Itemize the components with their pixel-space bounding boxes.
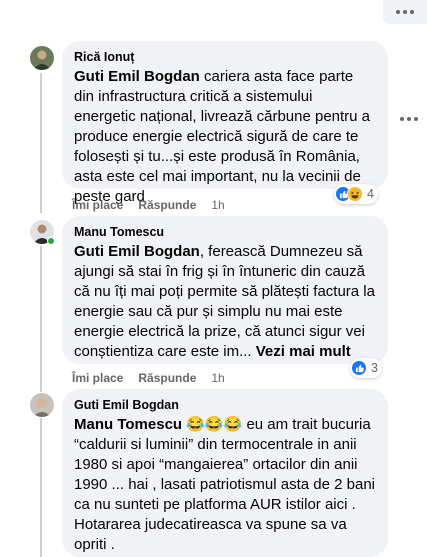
like-button[interactable]: Îmi place <box>72 370 123 386</box>
comment-body: cariera asta face parte din infrastructu… <box>74 68 371 205</box>
comment-options-icon[interactable] <box>400 117 418 121</box>
like-button[interactable]: Îmi place <box>72 197 123 213</box>
comment-bubble: Manu Tomescu Guti Emil Bogdan, ferească … <box>62 216 388 364</box>
reaction-count: 4 <box>367 187 374 201</box>
see-more-link[interactable]: Vezi mai mult <box>256 343 351 360</box>
comment-timestamp[interactable]: 1h <box>211 197 224 213</box>
thread-line <box>40 418 42 557</box>
comment-text: Guti Emil Bogdan cariera asta face parte… <box>74 67 376 207</box>
reply-button[interactable]: Răspunde <box>138 370 196 386</box>
laughing-emoji-icons: 😂😂😂 <box>186 416 243 433</box>
online-status-icon <box>47 237 55 245</box>
reply-button[interactable]: Răspunde <box>138 197 196 213</box>
haha-icon <box>347 186 363 202</box>
mention-link[interactable]: Guti Emil Bogdan <box>74 243 200 260</box>
comment-actions: Îmi place Răspunde 1h <box>72 370 225 386</box>
comment-actions: Îmi place Răspunde 1h <box>72 197 225 213</box>
comment-bubble: Guti Emil Bogdan Manu Tomescu 😂😂😂 eu am … <box>62 389 388 557</box>
reaction-summary[interactable]: 3 <box>350 358 382 378</box>
comment-author[interactable]: Guti Emil Bogdan <box>74 397 376 413</box>
mention-link[interactable]: Manu Tomescu <box>74 416 182 433</box>
comment-text: Manu Tomescu 😂😂😂 eu am trait bucuria “ca… <box>74 415 376 555</box>
mention-link[interactable]: Guti Emil Bogdan <box>74 68 200 85</box>
reaction-summary[interactable]: 4 <box>334 184 378 204</box>
thread-line <box>40 246 42 392</box>
comment-bubble: Rică Ionuț Guti Emil Bogdan cariera asta… <box>62 41 388 205</box>
thread-line <box>40 73 42 213</box>
more-dots-icon <box>396 10 414 14</box>
comment-timestamp[interactable]: 1h <box>211 370 224 386</box>
comment-author[interactable]: Rică Ionuț <box>74 49 376 65</box>
more-options-button[interactable] <box>383 0 427 24</box>
like-icon <box>351 360 367 376</box>
reaction-count: 3 <box>371 361 378 375</box>
avatar[interactable] <box>30 393 54 417</box>
comment-author[interactable]: Manu Tomescu <box>74 224 376 240</box>
avatar[interactable] <box>30 46 54 70</box>
comment-body: eu am trait bucuria “caldurii si luminii… <box>74 416 376 553</box>
comment-text: Guti Emil Bogdan, ferească Dumnezeu să a… <box>74 242 376 362</box>
